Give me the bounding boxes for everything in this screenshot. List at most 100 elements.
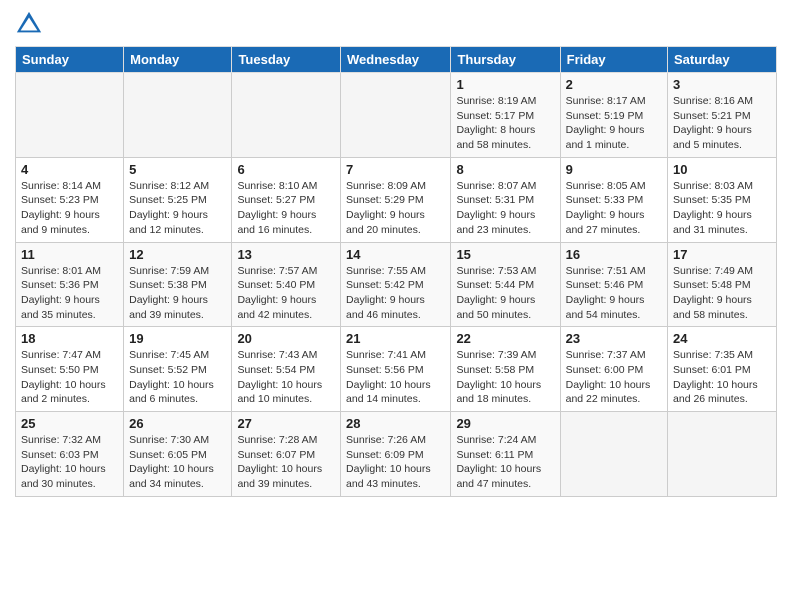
- day-number: 16: [566, 247, 662, 262]
- day-number: 2: [566, 77, 662, 92]
- day-number: 8: [456, 162, 554, 177]
- day-cell: 22 Sunrise: 7:39 AM Sunset: 5:58 PM Dayli…: [451, 327, 560, 412]
- logo-icon: [15, 10, 43, 38]
- day-info: Sunrise: 7:39 AM Sunset: 5:58 PM Dayligh…: [456, 348, 554, 407]
- day-cell: 12 Sunrise: 7:59 AM Sunset: 5:38 PM Dayli…: [124, 242, 232, 327]
- day-cell: 1 Sunrise: 8:19 AM Sunset: 5:17 PM Daylig…: [451, 73, 560, 158]
- day-info: Sunrise: 8:16 AM Sunset: 5:21 PM Dayligh…: [673, 94, 771, 153]
- page-header: [15, 10, 777, 38]
- day-cell: 8 Sunrise: 8:07 AM Sunset: 5:31 PM Daylig…: [451, 157, 560, 242]
- day-info: Sunrise: 7:30 AM Sunset: 6:05 PM Dayligh…: [129, 433, 226, 492]
- day-number: 25: [21, 416, 118, 431]
- day-cell: 26 Sunrise: 7:30 AM Sunset: 6:05 PM Dayli…: [124, 412, 232, 497]
- week-row-3: 11 Sunrise: 8:01 AM Sunset: 5:36 PM Dayli…: [16, 242, 777, 327]
- day-cell: 17 Sunrise: 7:49 AM Sunset: 5:48 PM Dayli…: [668, 242, 777, 327]
- day-cell: [668, 412, 777, 497]
- day-cell: 11 Sunrise: 8:01 AM Sunset: 5:36 PM Dayli…: [16, 242, 124, 327]
- week-row-4: 18 Sunrise: 7:47 AM Sunset: 5:50 PM Dayli…: [16, 327, 777, 412]
- day-cell: [124, 73, 232, 158]
- day-cell: [560, 412, 667, 497]
- calendar-table: SundayMondayTuesdayWednesdayThursdayFrid…: [15, 46, 777, 497]
- day-info: Sunrise: 7:55 AM Sunset: 5:42 PM Dayligh…: [346, 264, 445, 323]
- day-cell: 27 Sunrise: 7:28 AM Sunset: 6:07 PM Dayli…: [232, 412, 341, 497]
- day-number: 14: [346, 247, 445, 262]
- day-info: Sunrise: 7:35 AM Sunset: 6:01 PM Dayligh…: [673, 348, 771, 407]
- day-cell: [341, 73, 451, 158]
- day-cell: 19 Sunrise: 7:45 AM Sunset: 5:52 PM Dayli…: [124, 327, 232, 412]
- day-info: Sunrise: 8:07 AM Sunset: 5:31 PM Dayligh…: [456, 179, 554, 238]
- day-info: Sunrise: 7:24 AM Sunset: 6:11 PM Dayligh…: [456, 433, 554, 492]
- column-header-saturday: Saturday: [668, 47, 777, 73]
- day-info: Sunrise: 8:10 AM Sunset: 5:27 PM Dayligh…: [237, 179, 335, 238]
- calendar-header: SundayMondayTuesdayWednesdayThursdayFrid…: [16, 47, 777, 73]
- day-number: 28: [346, 416, 445, 431]
- week-row-1: 1 Sunrise: 8:19 AM Sunset: 5:17 PM Daylig…: [16, 73, 777, 158]
- week-row-5: 25 Sunrise: 7:32 AM Sunset: 6:03 PM Dayli…: [16, 412, 777, 497]
- day-cell: 23 Sunrise: 7:37 AM Sunset: 6:00 PM Dayli…: [560, 327, 667, 412]
- day-cell: [16, 73, 124, 158]
- day-info: Sunrise: 7:59 AM Sunset: 5:38 PM Dayligh…: [129, 264, 226, 323]
- day-cell: 9 Sunrise: 8:05 AM Sunset: 5:33 PM Daylig…: [560, 157, 667, 242]
- day-cell: 14 Sunrise: 7:55 AM Sunset: 5:42 PM Dayli…: [341, 242, 451, 327]
- day-number: 15: [456, 247, 554, 262]
- day-number: 12: [129, 247, 226, 262]
- day-number: 19: [129, 331, 226, 346]
- day-info: Sunrise: 7:45 AM Sunset: 5:52 PM Dayligh…: [129, 348, 226, 407]
- day-cell: 10 Sunrise: 8:03 AM Sunset: 5:35 PM Dayli…: [668, 157, 777, 242]
- day-info: Sunrise: 7:41 AM Sunset: 5:56 PM Dayligh…: [346, 348, 445, 407]
- day-cell: 6 Sunrise: 8:10 AM Sunset: 5:27 PM Daylig…: [232, 157, 341, 242]
- day-number: 26: [129, 416, 226, 431]
- day-info: Sunrise: 7:26 AM Sunset: 6:09 PM Dayligh…: [346, 433, 445, 492]
- day-number: 29: [456, 416, 554, 431]
- day-info: Sunrise: 8:14 AM Sunset: 5:23 PM Dayligh…: [21, 179, 118, 238]
- logo: [15, 10, 47, 38]
- day-number: 20: [237, 331, 335, 346]
- day-info: Sunrise: 7:53 AM Sunset: 5:44 PM Dayligh…: [456, 264, 554, 323]
- day-number: 7: [346, 162, 445, 177]
- day-cell: 15 Sunrise: 7:53 AM Sunset: 5:44 PM Dayli…: [451, 242, 560, 327]
- day-number: 21: [346, 331, 445, 346]
- day-number: 3: [673, 77, 771, 92]
- day-info: Sunrise: 8:19 AM Sunset: 5:17 PM Dayligh…: [456, 94, 554, 153]
- day-info: Sunrise: 8:03 AM Sunset: 5:35 PM Dayligh…: [673, 179, 771, 238]
- day-cell: 4 Sunrise: 8:14 AM Sunset: 5:23 PM Daylig…: [16, 157, 124, 242]
- day-cell: 28 Sunrise: 7:26 AM Sunset: 6:09 PM Dayli…: [341, 412, 451, 497]
- column-header-monday: Monday: [124, 47, 232, 73]
- day-cell: 3 Sunrise: 8:16 AM Sunset: 5:21 PM Daylig…: [668, 73, 777, 158]
- day-number: 11: [21, 247, 118, 262]
- day-number: 22: [456, 331, 554, 346]
- day-number: 5: [129, 162, 226, 177]
- day-info: Sunrise: 8:12 AM Sunset: 5:25 PM Dayligh…: [129, 179, 226, 238]
- day-info: Sunrise: 7:37 AM Sunset: 6:00 PM Dayligh…: [566, 348, 662, 407]
- day-number: 23: [566, 331, 662, 346]
- day-cell: 13Sunrise: 7:57 AM Sunset: 5:40 PM Dayli…: [232, 242, 341, 327]
- day-number: 27: [237, 416, 335, 431]
- column-header-friday: Friday: [560, 47, 667, 73]
- day-info: Sunrise: 7:32 AM Sunset: 6:03 PM Dayligh…: [21, 433, 118, 492]
- day-number: 10: [673, 162, 771, 177]
- day-cell: 7Sunrise: 8:09 AM Sunset: 5:29 PM Daylig…: [341, 157, 451, 242]
- header-row: SundayMondayTuesdayWednesdayThursdayFrid…: [16, 47, 777, 73]
- day-number: 18: [21, 331, 118, 346]
- day-cell: 25 Sunrise: 7:32 AM Sunset: 6:03 PM Dayli…: [16, 412, 124, 497]
- column-header-thursday: Thursday: [451, 47, 560, 73]
- day-info: Sunrise: 7:28 AM Sunset: 6:07 PM Dayligh…: [237, 433, 335, 492]
- day-info: Sunrise: 7:57 AM Sunset: 5:40 PM Dayligh…: [237, 264, 335, 323]
- day-number: 9: [566, 162, 662, 177]
- week-row-2: 4 Sunrise: 8:14 AM Sunset: 5:23 PM Daylig…: [16, 157, 777, 242]
- day-number: 17: [673, 247, 771, 262]
- day-cell: 16Sunrise: 7:51 AM Sunset: 5:46 PM Dayli…: [560, 242, 667, 327]
- day-info: Sunrise: 7:47 AM Sunset: 5:50 PM Dayligh…: [21, 348, 118, 407]
- day-number: 4: [21, 162, 118, 177]
- column-header-sunday: Sunday: [16, 47, 124, 73]
- day-cell: 2Sunrise: 8:17 AM Sunset: 5:19 PM Daylig…: [560, 73, 667, 158]
- day-number: 1: [456, 77, 554, 92]
- column-header-wednesday: Wednesday: [341, 47, 451, 73]
- day-info: Sunrise: 7:49 AM Sunset: 5:48 PM Dayligh…: [673, 264, 771, 323]
- day-info: Sunrise: 8:01 AM Sunset: 5:36 PM Dayligh…: [21, 264, 118, 323]
- day-cell: 24Sunrise: 7:35 AM Sunset: 6:01 PM Dayli…: [668, 327, 777, 412]
- day-number: 6: [237, 162, 335, 177]
- day-cell: 20Sunrise: 7:43 AM Sunset: 5:54 PM Dayli…: [232, 327, 341, 412]
- day-cell: 29 Sunrise: 7:24 AM Sunset: 6:11 PM Dayli…: [451, 412, 560, 497]
- day-info: Sunrise: 8:05 AM Sunset: 5:33 PM Dayligh…: [566, 179, 662, 238]
